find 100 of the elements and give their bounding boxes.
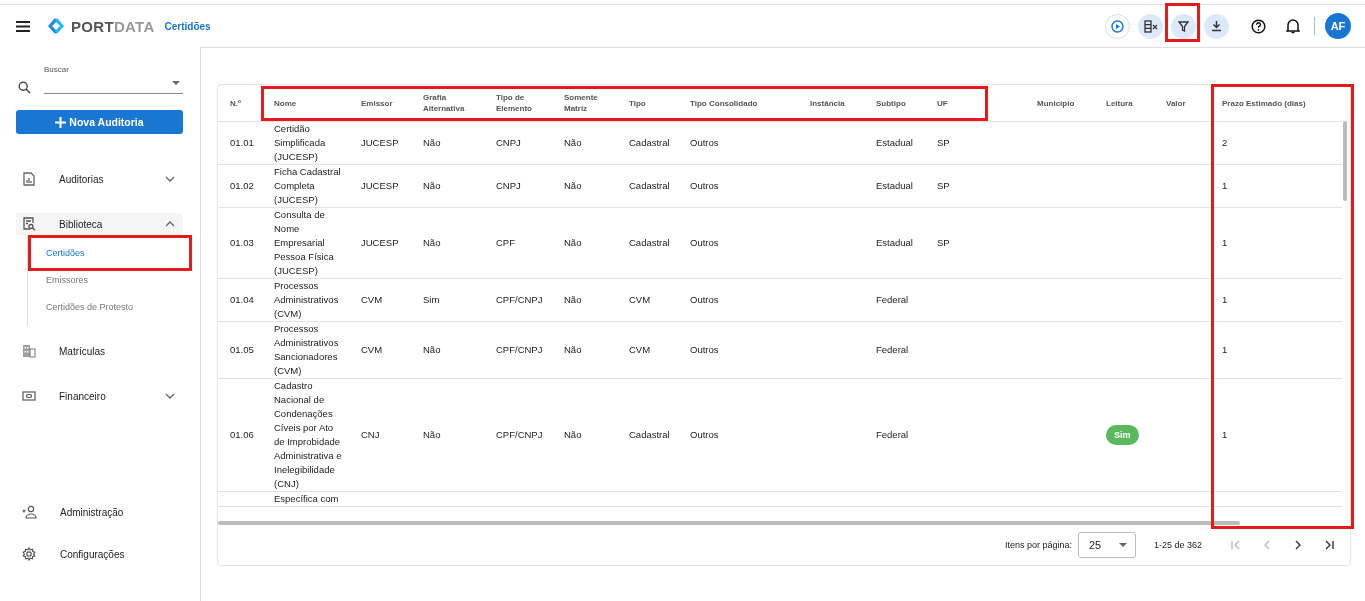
column-header[interactable]: Tipo de Elemento: [496, 92, 549, 114]
table-cell: SP: [937, 237, 950, 248]
column-header[interactable]: Somente Matriz: [564, 92, 614, 114]
sidebar-item[interactable]: Matrículas: [16, 340, 183, 362]
horizontal-scrollbar[interactable]: [218, 521, 1240, 525]
table-cell: 01.01: [230, 137, 254, 148]
table-cell: Não: [423, 180, 441, 191]
sidebar-item[interactable]: Administração: [16, 501, 183, 523]
column-remove-button[interactable]: [1138, 13, 1163, 39]
table-cell: SP: [937, 180, 950, 191]
gear-icon: [22, 547, 37, 561]
play-icon: [1111, 19, 1124, 33]
table-cell: Estadual: [876, 180, 913, 191]
table-cell-text: Processos Administrativos Sancionadores (CVM): [274, 322, 340, 378]
sidebar-subitem[interactable]: Certidões: [46, 247, 85, 258]
bell-icon[interactable]: [1286, 18, 1300, 34]
play-button[interactable]: [1105, 13, 1130, 39]
column-header[interactable]: Instância: [810, 97, 845, 109]
table-cell: Não: [564, 180, 582, 191]
table-cell-text: Processos Administrativos (CVM): [274, 279, 340, 321]
sidebar-item[interactable]: Biblioteca: [16, 213, 183, 235]
table-cell: 01.04: [230, 294, 254, 305]
page-range: 1-25 de 362: [1153, 540, 1202, 550]
column-header[interactable]: N.º: [230, 97, 241, 109]
table-cell: SP: [937, 137, 950, 148]
table-cell: CPF/CNPJ: [496, 294, 543, 305]
table-cell: Cadastral: [629, 237, 670, 248]
table-cell: Não: [423, 237, 441, 248]
table-cell: 1: [1222, 237, 1228, 248]
table-cell: Não: [564, 137, 582, 148]
table-cell: Estadual: [876, 237, 913, 248]
column-header[interactable]: Emissor: [361, 97, 393, 109]
dropdown-caret-icon: [1118, 543, 1127, 547]
table-cell: CVM: [629, 344, 651, 355]
table-cell-text: Específica com: [274, 492, 340, 506]
column-remove-icon: [1143, 19, 1158, 33]
column-header[interactable]: Prazo Estimado (dias): [1222, 97, 1306, 109]
menu-icon[interactable]: [16, 20, 30, 32]
column-header[interactable]: Tipo: [629, 97, 646, 109]
breadcrumb[interactable]: Certidões: [164, 20, 211, 32]
items-per-page-label: Itens por página:: [1004, 540, 1072, 550]
sidebar-item[interactable]: Auditorias: [16, 168, 183, 190]
last-page-icon: [1323, 539, 1335, 551]
filter-icon: [1178, 20, 1189, 32]
table-cell: Outros: [690, 237, 719, 248]
table-cell: Outros: [690, 429, 719, 440]
banknote-icon: [22, 389, 36, 403]
sidebar-subitem[interactable]: Emissores: [46, 274, 88, 285]
column-header[interactable]: UF: [937, 97, 948, 109]
table-cell: Cadastro Nacional de Condenações Cíveis por Ato de Improbidade Administrativa e Inelegibilidade (CNJ): [274, 379, 342, 491]
table-cell: Federal: [876, 344, 909, 355]
search-icon: [18, 81, 31, 94]
user-avatar[interactable]: AF: [1325, 13, 1351, 39]
chevron-down-icon: [165, 176, 175, 182]
new-audit-button[interactable]: Nova Auditoria: [16, 110, 183, 134]
table-cell-text: Certidão Simplificada (JUCESP): [274, 122, 327, 164]
vertical-scrollbar[interactable]: [1343, 121, 1347, 201]
table-cell: 1: [1222, 344, 1228, 355]
highlight-frame: [1165, 2, 1200, 42]
table-cell: Federal: [876, 429, 909, 440]
dropdown-caret-icon: [172, 81, 180, 85]
brand-logo-text: PORTDATA: [71, 17, 155, 35]
table-cell: 1: [1222, 180, 1228, 191]
table-cell: Outros: [690, 344, 719, 355]
table-cell: 2: [1222, 137, 1228, 148]
plus-icon: [55, 116, 67, 128]
column-header[interactable]: Município: [1037, 97, 1075, 109]
table-cell: Ficha Cadastral Completa (JUCESP): [274, 165, 342, 207]
column-header[interactable]: Nome: [274, 97, 297, 109]
column-header[interactable]: Leitura: [1106, 97, 1133, 109]
column-header[interactable]: Valor: [1166, 97, 1186, 109]
person-add-icon: [22, 505, 37, 519]
column-header[interactable]: Grafia Alternativa: [423, 92, 481, 114]
table-cell: CPF/CNPJ: [496, 429, 543, 440]
sidebar-item[interactable]: Configurações: [16, 543, 183, 565]
table-cell: Não: [564, 237, 582, 248]
search-field[interactable]: Buscar: [44, 63, 183, 94]
table-cell: Outros: [690, 294, 719, 305]
sidebar-item[interactable]: Financeiro: [16, 385, 183, 407]
table-cell: 01.03: [230, 237, 254, 248]
sidebar-subitem[interactable]: Certidões de Protesto: [46, 301, 134, 312]
table-cell: CVM: [629, 294, 651, 305]
page-size-select[interactable]: 25: [1077, 532, 1136, 558]
help-icon[interactable]: [1251, 18, 1266, 34]
filter-button[interactable]: [1171, 13, 1196, 39]
chevron-down-icon: [165, 393, 175, 399]
building-icon: [22, 344, 36, 358]
table-cell: CNPJ: [496, 137, 521, 148]
table-cell: CVM: [361, 294, 383, 305]
download-button[interactable]: [1204, 13, 1229, 39]
table-cell: Cadastral: [629, 137, 670, 148]
table-cell: Federal: [876, 294, 909, 305]
table-cell: 01.02: [230, 180, 254, 191]
table-cell: CNJ: [361, 429, 380, 440]
table-cell: Não: [564, 294, 582, 305]
download-icon: [1211, 20, 1222, 32]
table-cell: 01.06: [230, 429, 254, 440]
column-header[interactable]: Tipo Consolidado: [690, 97, 758, 109]
table-cell: Outros: [690, 180, 719, 191]
column-header[interactable]: Subtipo: [876, 97, 906, 109]
